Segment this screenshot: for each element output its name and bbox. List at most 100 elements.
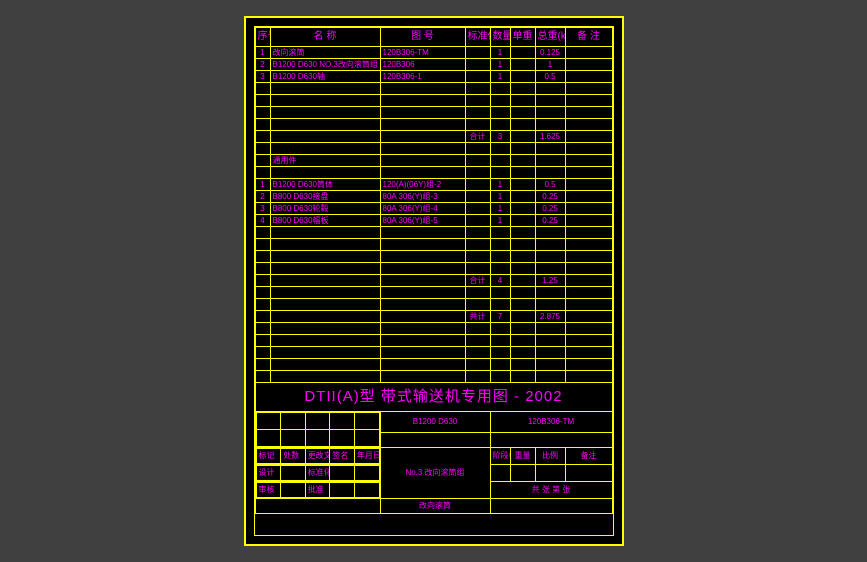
- cell-c4: 0.5: [535, 71, 565, 83]
- cell-seq: [255, 227, 270, 239]
- table-row: 1改向滚筒120B306-TM10.125: [255, 47, 612, 59]
- hdr-c4: 总重(kg): [535, 28, 565, 47]
- cell-sub: [465, 359, 490, 371]
- cell-c5: [565, 371, 612, 383]
- cell-c3: [510, 191, 535, 203]
- cell-seq: 1: [255, 47, 270, 59]
- cell-c3: [510, 203, 535, 215]
- cell-name: B1200 D630轴: [270, 71, 380, 83]
- cell-sub: [465, 155, 490, 167]
- footer-left: [255, 499, 380, 514]
- cell-c5: [565, 71, 612, 83]
- cell-sub: [465, 335, 490, 347]
- cell-name: [270, 167, 380, 179]
- cell-c2: 1: [490, 215, 510, 227]
- b1: [490, 465, 510, 482]
- cell-name: B800 D630轮毂: [270, 203, 380, 215]
- table-row: 3B800 D630轮毂80A 306(Y)组-410.25: [255, 203, 612, 215]
- sig-row: 标记处数更改文件号签名年月日 No.3 改向滚筒组 阶段标记 重量 比例 备注: [255, 448, 612, 465]
- cell-seq: [255, 299, 270, 311]
- lbl-wt: 重量: [510, 448, 535, 465]
- cell-c5: [565, 203, 612, 215]
- cell-c2: [490, 107, 510, 119]
- cell-name: [270, 83, 380, 95]
- cell-dwg: [380, 359, 465, 371]
- main-title: DTII(A)型 带式输送机专用图 - 2002: [255, 383, 612, 412]
- cell-c3: [510, 239, 535, 251]
- cell-name: 通用件: [270, 155, 380, 167]
- cell-dwg: [380, 323, 465, 335]
- cell-name: [270, 299, 380, 311]
- cell-sub: [465, 59, 490, 71]
- table-row: [255, 359, 612, 371]
- cell-seq: [255, 143, 270, 155]
- lbl-rem: 备注: [565, 448, 612, 465]
- cell-c5: [565, 287, 612, 299]
- cell-c2: 1: [490, 47, 510, 59]
- cell-c5: [565, 347, 612, 359]
- cell-c2: [490, 227, 510, 239]
- cell-c2: [490, 155, 510, 167]
- table-row: [255, 143, 612, 155]
- spec-row: B1200 D630 120B306-TM: [255, 412, 612, 433]
- cell-c4: [535, 251, 565, 263]
- cell-sub: [465, 239, 490, 251]
- hdr-c3: 单重: [510, 28, 535, 47]
- cell-c3: [510, 347, 535, 359]
- cell-c4: [535, 107, 565, 119]
- cell-name: [270, 107, 380, 119]
- cell-c3: [510, 119, 535, 131]
- cell-dwg: 120(A)(06Y)组-2: [380, 179, 465, 191]
- cell-c5: [565, 299, 612, 311]
- cell-dwg: 80A 306(Y)组-3: [380, 191, 465, 203]
- cell-dwg: [380, 371, 465, 383]
- table-row: 合计41.25: [255, 275, 612, 287]
- cell-c3: [510, 227, 535, 239]
- cell-c4: [535, 371, 565, 383]
- cell-dwg: 120B306-1: [380, 71, 465, 83]
- cell-dwg: [380, 119, 465, 131]
- cell-seq: [255, 95, 270, 107]
- cell-name: B800 D630接盘: [270, 191, 380, 203]
- table-row: 通用件: [255, 155, 612, 167]
- cell-c5: [565, 227, 612, 239]
- footer-row: 改向滚筒: [255, 499, 612, 514]
- cell-c2: 1: [490, 179, 510, 191]
- cell-name: [270, 95, 380, 107]
- lbl-scale: 比例: [535, 448, 565, 465]
- footer-text: 改向滚筒: [380, 499, 490, 514]
- cell-name: [270, 119, 380, 131]
- lbl-sig: 签名: [330, 449, 355, 464]
- table-row: 合计31.625: [255, 131, 612, 143]
- cell-c5: [565, 95, 612, 107]
- cell-sub: [465, 191, 490, 203]
- b3: [535, 465, 565, 482]
- cell-name: [270, 131, 380, 143]
- cell-sub: [465, 323, 490, 335]
- cell-sub: 共计: [465, 311, 490, 323]
- cell-c4: 0.25: [535, 203, 565, 215]
- cell-name: B1200 D630 NO.3改向滚筒组: [270, 59, 380, 71]
- cell-seq: [255, 107, 270, 119]
- cell-c2: [490, 299, 510, 311]
- cell-c2: 1: [490, 203, 510, 215]
- cell-c5: [565, 335, 612, 347]
- cell-c5: [565, 143, 612, 155]
- cell-c2: [490, 323, 510, 335]
- cell-name: [270, 359, 380, 371]
- b4: [565, 465, 612, 482]
- lbl-place: 处数: [281, 449, 306, 464]
- drawing-frame: 序号 名 称 图 号 标准件号 数量 单重 总重(kg) 备 注 1改向滚筒12…: [244, 16, 624, 546]
- cell-c3: [510, 167, 535, 179]
- table-row: [255, 167, 612, 179]
- table-row: [255, 251, 612, 263]
- cell-seq: 1: [255, 179, 270, 191]
- cell-c4: 2.875: [535, 311, 565, 323]
- cell-dwg: [380, 227, 465, 239]
- cell-c3: [510, 59, 535, 71]
- cell-c5: [565, 155, 612, 167]
- table-row: [255, 323, 612, 335]
- cell-sub: [465, 299, 490, 311]
- cell-name: [270, 251, 380, 263]
- table-row: [255, 83, 612, 95]
